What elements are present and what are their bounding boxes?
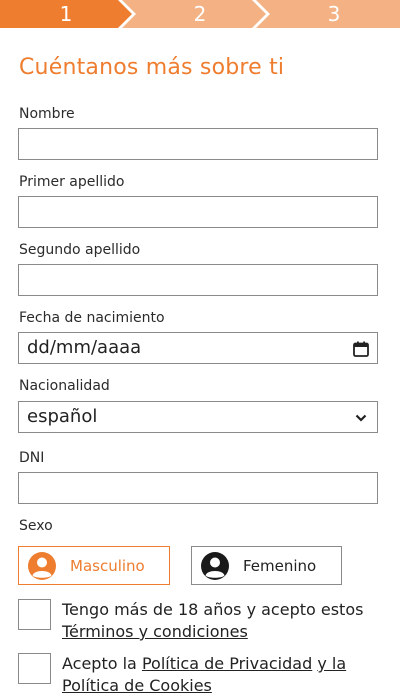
terms-link[interactable]: Términos y condiciones <box>62 622 248 641</box>
privacy-text: Acepto la Política de Privacidad y la Po… <box>62 653 382 697</box>
fecha-input[interactable]: dd/mm/aaaa <box>18 332 378 364</box>
dni-field-box <box>18 472 378 504</box>
sexo-femenino-button[interactable]: Femenino <box>191 546 342 585</box>
nacionalidad-label: Nacionalidad <box>19 378 110 394</box>
age-terms-label: Tengo más de 18 años y acepto estos <box>62 600 364 619</box>
nombre-input[interactable] <box>19 129 377 159</box>
step-1-number: 1 <box>59 2 73 26</box>
age-terms-checkbox[interactable] <box>18 599 51 630</box>
fecha-placeholder: dd/mm/aaaa <box>27 337 142 358</box>
female-avatar-icon <box>201 551 229 580</box>
age-terms-text: Tengo más de 18 años y acepto estos Térm… <box>62 599 382 643</box>
segundo-apellido-input[interactable] <box>19 265 377 295</box>
sexo-label: Sexo <box>19 518 53 534</box>
sexo-femenino-label: Femenino <box>243 556 317 575</box>
sexo-masculino-label: Masculino <box>70 556 145 575</box>
nombre-label: Nombre <box>19 106 75 122</box>
fecha-label: Fecha de nacimiento <box>19 310 165 326</box>
segundo-apellido-label: Segundo apellido <box>19 242 141 258</box>
primer-apellido-label: Primer apellido <box>19 174 125 190</box>
segundo-apellido-field-box <box>18 264 378 296</box>
nombre-field-box <box>18 128 378 160</box>
sexo-masculino-button[interactable]: Masculino <box>18 546 170 585</box>
form-title: Cuéntanos más sobre ti <box>19 55 285 80</box>
chevron-down-icon <box>355 414 367 422</box>
step-3-number: 3 <box>327 2 341 26</box>
privacy-checkbox[interactable] <box>18 653 51 684</box>
step-2-number: 2 <box>193 2 207 26</box>
dni-label: DNI <box>19 450 45 466</box>
primer-apellido-input[interactable] <box>19 197 377 227</box>
nacionalidad-selected-value: español <box>27 406 98 427</box>
progress-stepper: 1 2 3 <box>0 0 400 28</box>
privacy-label: Acepto la <box>62 654 142 673</box>
privacy-policy-link[interactable]: Política de Privacidad <box>142 654 312 673</box>
primer-apellido-field-box <box>18 196 378 228</box>
calendar-icon[interactable] <box>353 341 369 357</box>
dni-input[interactable] <box>19 473 377 503</box>
male-avatar-icon <box>28 551 56 580</box>
nacionalidad-select[interactable]: español <box>18 401 378 433</box>
